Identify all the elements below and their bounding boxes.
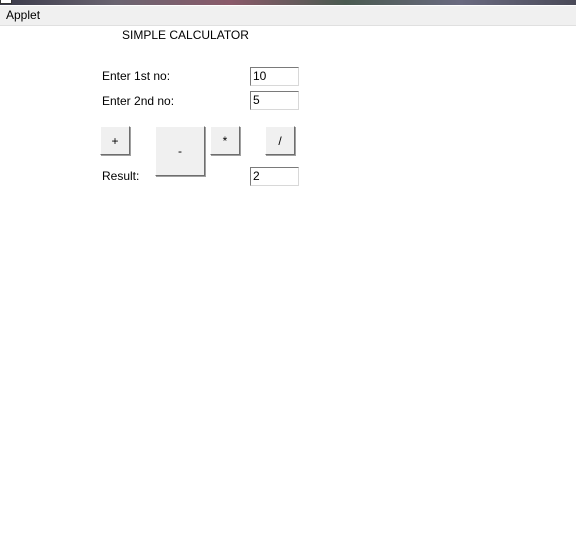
window-icon: [0, 0, 12, 4]
first-number-label: Enter 1st no:: [102, 69, 171, 83]
first-number-field[interactable]: 10: [250, 67, 299, 86]
menu-applet[interactable]: Applet: [6, 8, 40, 22]
menu-bar: Applet: [0, 6, 576, 26]
subtract-button[interactable]: -: [155, 126, 205, 176]
multiply-button[interactable]: *: [210, 126, 240, 155]
divide-button[interactable]: /: [265, 126, 295, 155]
result-field[interactable]: 2: [250, 167, 299, 186]
window-title-strip: [0, 0, 576, 5]
calculator-title: SIMPLE CALCULATOR: [122, 28, 249, 42]
second-number-label: Enter 2nd no:: [102, 94, 175, 108]
result-label: Result:: [102, 169, 140, 183]
second-number-field[interactable]: 5: [250, 91, 299, 110]
add-button[interactable]: +: [100, 126, 130, 155]
